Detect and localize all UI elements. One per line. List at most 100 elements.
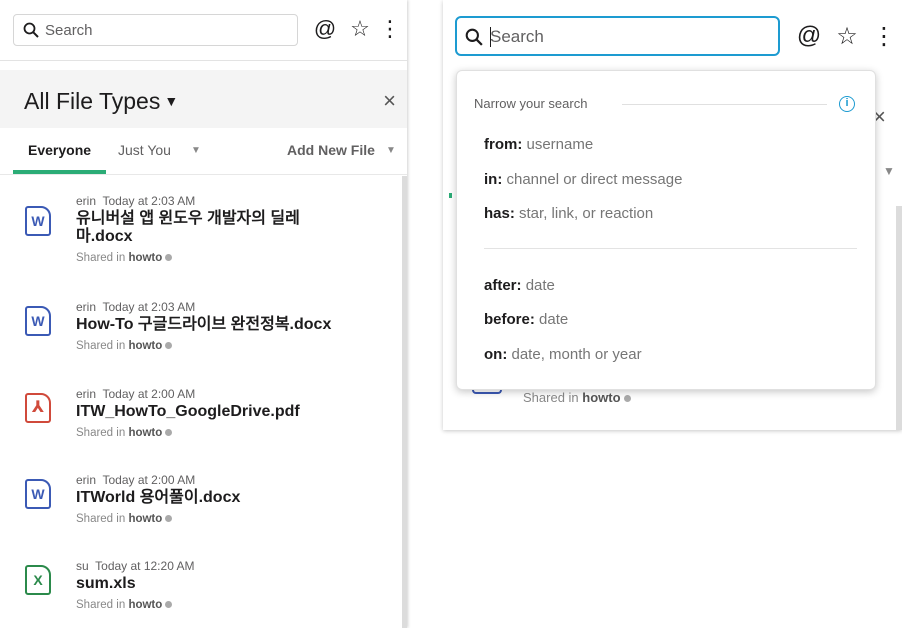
header-bar: Search @ ☆ ⋮: [443, 0, 902, 70]
shared-in: Shared in howto: [76, 427, 173, 439]
file-meta: erin Today at 2:00 AM: [76, 473, 195, 487]
channel-info-icon: [165, 342, 173, 349]
modifier-on[interactable]: on: date, month or year: [484, 346, 642, 363]
shared-prefix: Shared in: [76, 427, 126, 439]
more-icon[interactable]: ⋮: [378, 17, 402, 41]
modifier-key: from:: [484, 136, 523, 153]
mentions-icon[interactable]: @: [796, 22, 822, 50]
modifier-from[interactable]: from: username: [484, 136, 593, 153]
scrollbar[interactable]: [402, 176, 407, 628]
modifier-key: after:: [484, 277, 522, 294]
file-time: Today at 2:00 AM: [102, 473, 196, 487]
shared-prefix: Shared in: [76, 599, 126, 611]
caret-down-icon[interactable]: ▼: [883, 164, 895, 178]
channel-link[interactable]: howto: [128, 340, 162, 352]
channel-info-icon: [165, 429, 173, 436]
header-bar: Search @ ☆ ⋮: [0, 0, 407, 61]
tab-everyone[interactable]: Everyone: [28, 142, 91, 158]
add-new-file-button[interactable]: Add New File: [287, 142, 375, 158]
file-user[interactable]: erin: [76, 194, 96, 208]
shared-prefix: Shared in: [76, 340, 126, 352]
channel-info-icon: [165, 601, 173, 608]
file-time: Today at 2:03 AM: [102, 194, 196, 208]
search-placeholder: Search: [45, 22, 93, 39]
pdf-file-icon: ⅄: [25, 393, 51, 423]
file-name[interactable]: sum.xls: [76, 575, 376, 593]
star-icon[interactable]: ☆: [348, 17, 372, 41]
caret-down-icon[interactable]: ▼: [386, 145, 396, 156]
search-modifiers-dropdown: Narrow your search i from: username in: …: [456, 70, 876, 390]
file-name[interactable]: ITW_HowTo_GoogleDrive.pdf: [76, 403, 376, 421]
more-icon[interactable]: ⋮: [871, 22, 897, 51]
dropdown-heading: Narrow your search: [474, 96, 588, 111]
file-time: Today at 2:03 AM: [102, 300, 196, 314]
channel-link[interactable]: howto: [128, 513, 162, 525]
channel-info-icon: [165, 254, 173, 261]
shared-in: Shared in howto: [76, 599, 173, 611]
left-flexpane-screenshot: Search @ ☆ ⋮ All File Types ▼ × Everyone …: [0, 0, 407, 628]
modifier-after[interactable]: after: date: [484, 277, 555, 294]
close-icon[interactable]: ×: [383, 88, 396, 114]
star-icon[interactable]: ☆: [834, 22, 860, 51]
scrollbar[interactable]: [896, 206, 902, 430]
channel-info-icon: [623, 395, 631, 402]
modifier-hint: channel or direct message: [506, 171, 683, 188]
excel-file-icon: X: [25, 565, 51, 595]
modifier-in[interactable]: in: channel or direct message: [484, 171, 682, 188]
tab-just-you[interactable]: Just You: [118, 142, 171, 158]
caret-down-icon: ▼: [164, 93, 179, 109]
file-meta: erin Today at 2:03 AM: [76, 300, 195, 314]
divider: [622, 104, 827, 105]
modifier-key: on:: [484, 346, 508, 363]
modifier-before[interactable]: before: date: [484, 311, 568, 328]
shared-prefix: Shared in: [76, 252, 126, 264]
file-type-filter[interactable]: All File Types ▼: [24, 88, 178, 115]
mentions-icon[interactable]: @: [313, 17, 337, 41]
flexpane-header: All File Types ▼ ×: [0, 70, 407, 128]
file-name[interactable]: ITWorld 용어풀이.docx: [76, 489, 376, 507]
search-icon: [23, 22, 39, 38]
file-meta: erin Today at 2:03 AM: [76, 194, 195, 208]
info-icon[interactable]: i: [839, 96, 855, 112]
modifier-key: in:: [484, 171, 503, 188]
search-input[interactable]: Search: [455, 16, 780, 56]
shared-prefix: Shared in: [76, 513, 126, 525]
shared-in: Shared in howto: [76, 252, 173, 264]
modifier-hint: date: [539, 311, 569, 328]
modifier-key: has:: [484, 205, 515, 222]
shared-in: Shared in howto: [76, 340, 173, 352]
file-user[interactable]: erin: [76, 473, 96, 487]
word-file-icon: W: [25, 306, 51, 336]
modifier-hint: date: [525, 277, 555, 294]
file-tabs: Everyone Just You ▼ Add New File ▼: [0, 128, 407, 175]
channel-link[interactable]: howto: [128, 427, 162, 439]
word-file-icon: W: [25, 479, 51, 509]
caret-down-icon[interactable]: ▼: [191, 145, 201, 156]
file-time: Today at 12:20 AM: [95, 559, 195, 573]
file-meta: erin Today at 2:00 AM: [76, 387, 195, 401]
file-type-title: All File Types: [24, 88, 161, 114]
modifier-hint: star, link, or reaction: [519, 205, 654, 222]
channel-link[interactable]: howto: [582, 390, 620, 405]
channel-info-icon: [165, 515, 173, 522]
file-user[interactable]: erin: [76, 387, 96, 401]
search-input[interactable]: Search: [13, 14, 298, 46]
shared-in: Shared in howto: [523, 390, 631, 405]
word-file-icon: W: [25, 206, 51, 236]
right-search-screenshot: Search @ ☆ ⋮ × ▼ Shared in howto Narrow …: [443, 0, 902, 430]
file-user[interactable]: erin: [76, 300, 96, 314]
search-placeholder: Search: [490, 27, 544, 46]
modifier-hint: date, month or year: [511, 346, 642, 363]
active-tab-indicator: [449, 193, 452, 198]
modifier-has[interactable]: has: star, link, or reaction: [484, 205, 653, 222]
active-tab-indicator: [13, 170, 106, 174]
channel-link[interactable]: howto: [128, 252, 162, 264]
file-name[interactable]: How-To 구글드라이브 완전정복.docx: [76, 316, 376, 334]
file-user[interactable]: su: [76, 559, 89, 573]
modifier-key: before:: [484, 311, 535, 328]
file-time: Today at 2:00 AM: [102, 387, 196, 401]
channel-link[interactable]: howto: [128, 599, 162, 611]
shared-prefix: Shared in: [523, 390, 579, 405]
file-name[interactable]: 유니버설 앱 윈도우 개발자의 딜레마.docx: [76, 210, 316, 246]
shared-in: Shared in howto: [76, 513, 173, 525]
